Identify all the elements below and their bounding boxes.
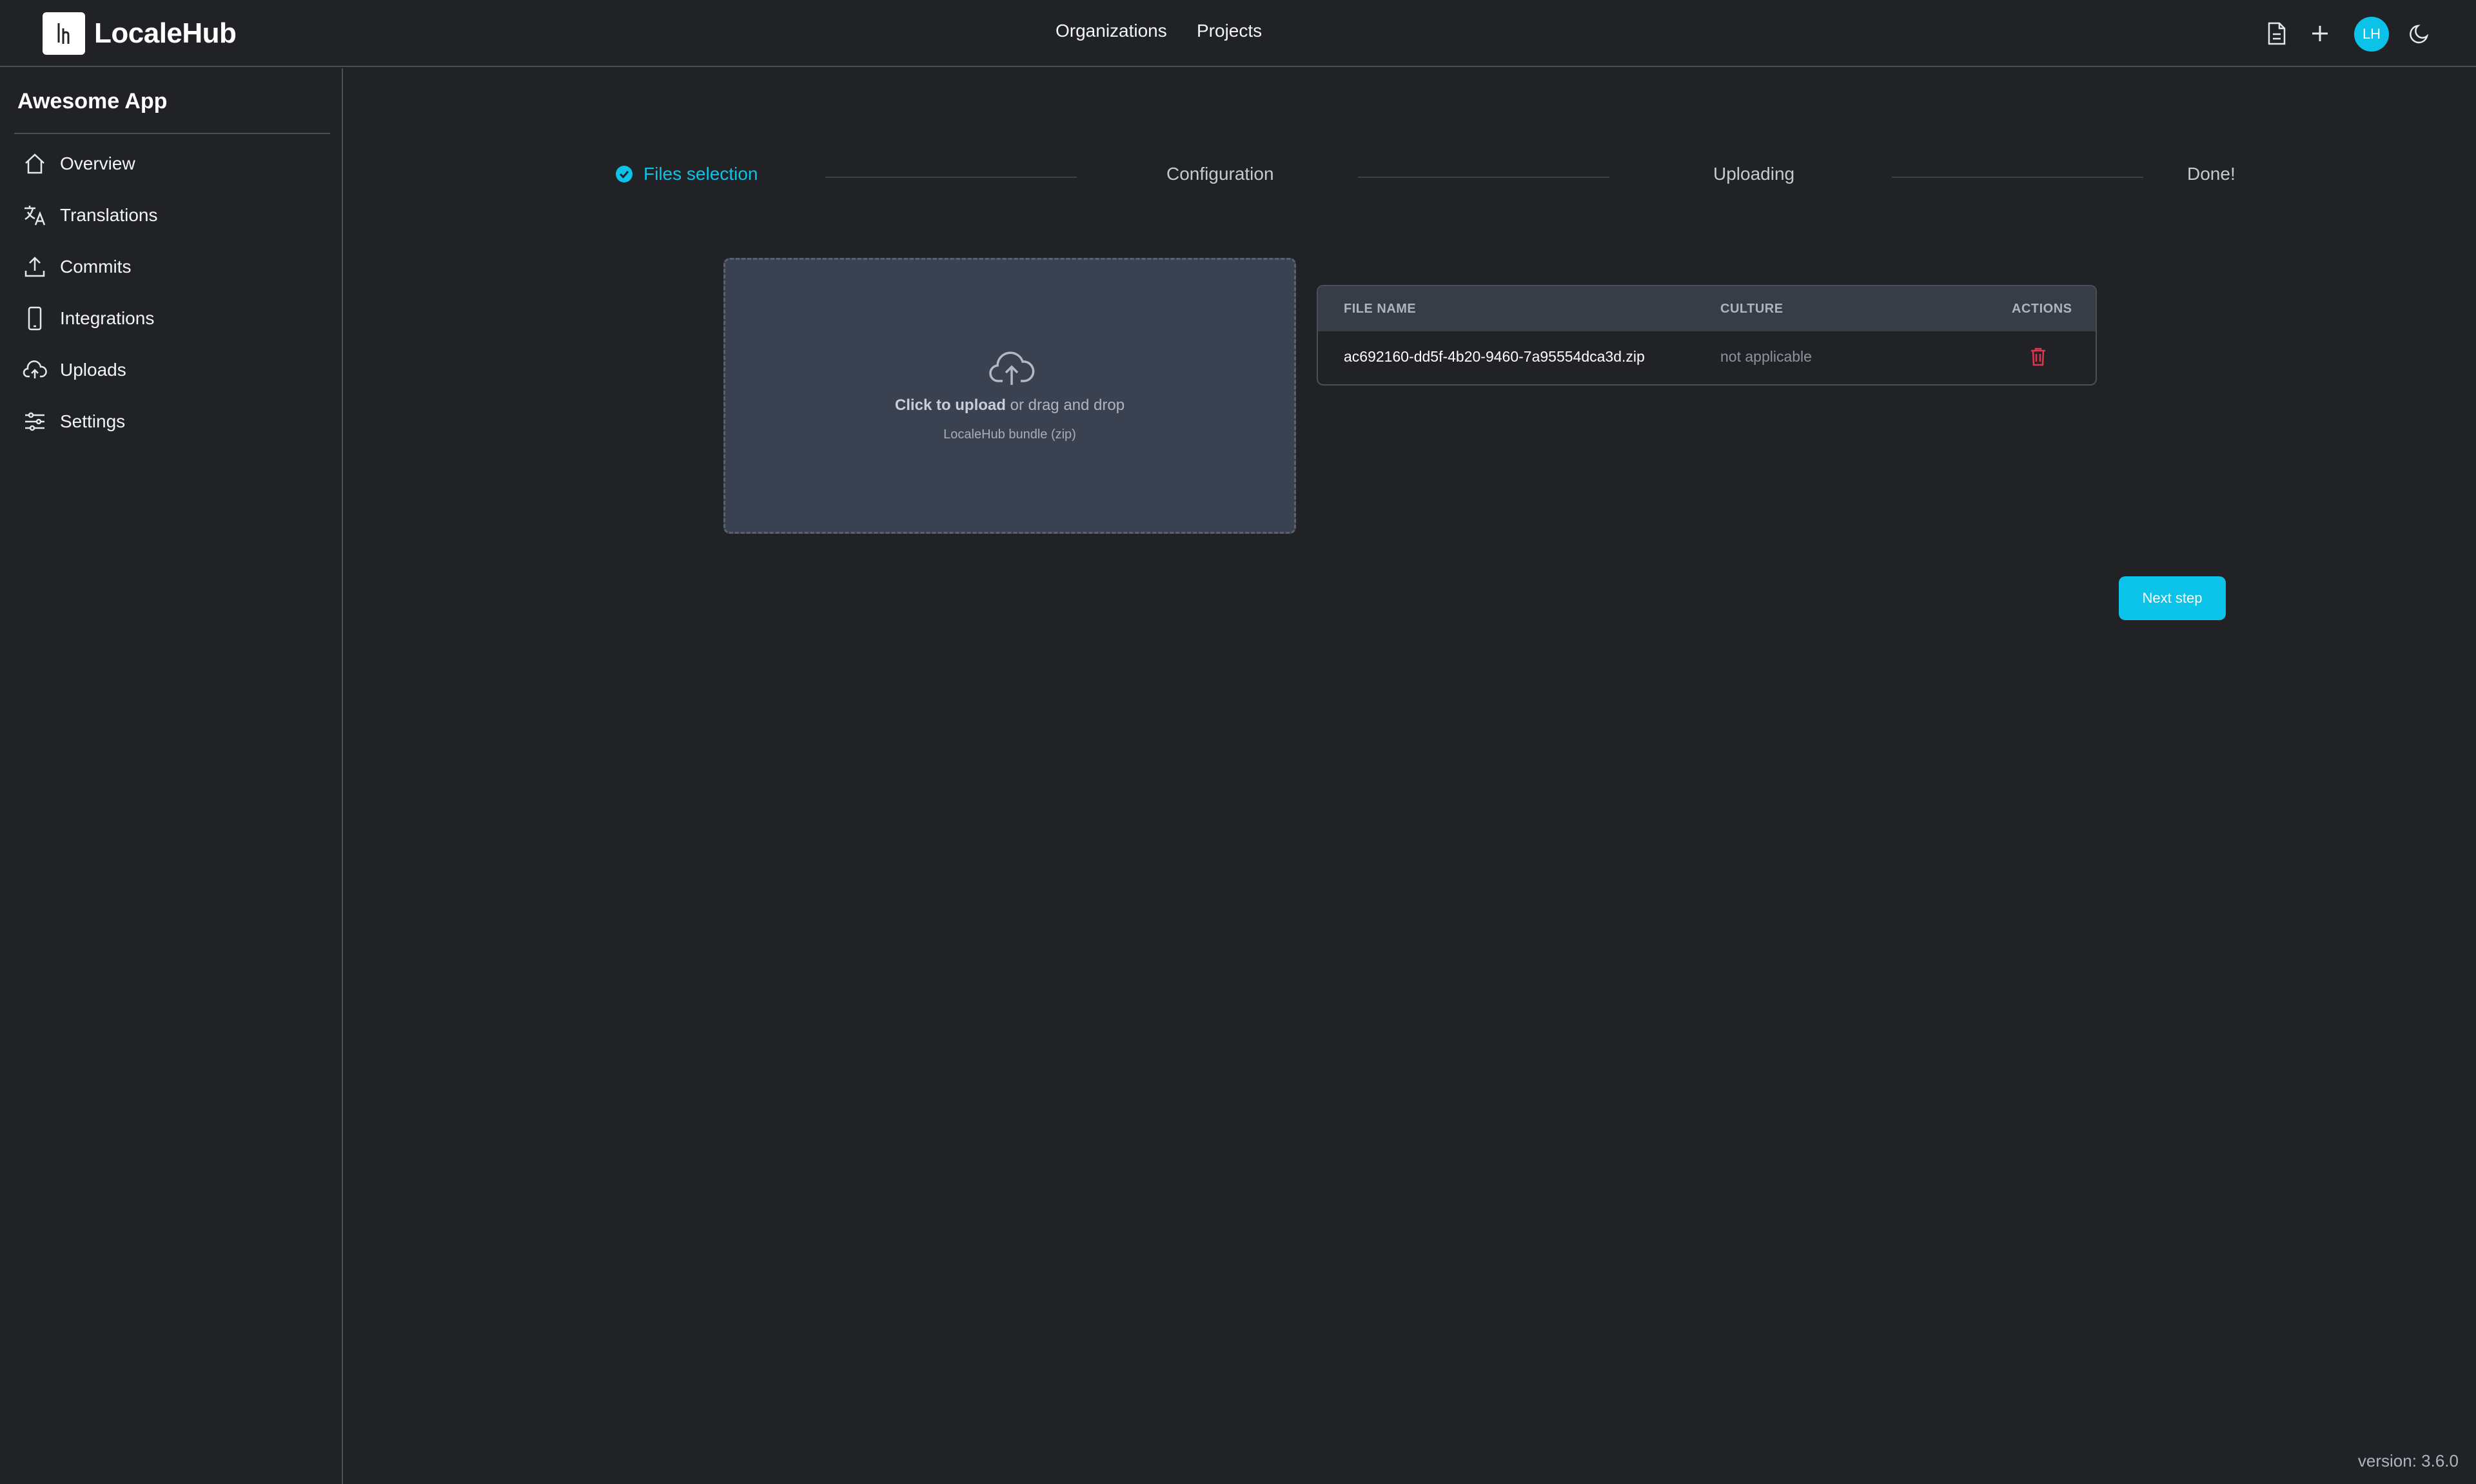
sidebar-item-label: Uploads [60, 360, 126, 380]
project-title: Awesome App [17, 89, 168, 113]
step-connector [1358, 177, 1609, 178]
nav-organizations[interactable]: Organizations [1056, 21, 1167, 41]
check-circle-icon [615, 165, 633, 183]
sidebar-divider [14, 133, 330, 134]
avatar[interactable]: LH [2354, 17, 2389, 52]
logo-mark-icon [43, 12, 85, 55]
step-connector [825, 177, 1077, 178]
step-label: Files selection [644, 164, 758, 184]
next-step-button[interactable]: Next step [2119, 576, 2226, 620]
sidebar-item-label: Commits [60, 257, 132, 277]
file-name-cell: ac692160-dd5f-4b20-9460-7a95554dca3d.zip [1344, 348, 1645, 365]
sidebar-item-uploads[interactable]: Uploads [21, 351, 126, 389]
culture-cell: not applicable [1720, 348, 1812, 365]
phone-icon [21, 304, 49, 333]
sidebar-item-commits[interactable]: Commits [21, 248, 131, 286]
app-version: version: 3.6.0 [2357, 1451, 2459, 1470]
step-uploading: Uploading [1713, 164, 1794, 184]
home-icon [21, 150, 49, 178]
step-connector [1892, 177, 2143, 178]
cloud-upload-icon [988, 347, 1035, 389]
column-header-culture: CULTURE [1720, 302, 1783, 316]
sidebar-item-label: Overview [60, 153, 135, 173]
column-header-file-name: FILE NAME [1344, 302, 1417, 316]
files-table: FILE NAME CULTURE ACTIONS ac692160-dd5f-… [1317, 285, 2097, 386]
step-label: Configuration [1166, 164, 1274, 184]
sidebar-item-settings[interactable]: Settings [21, 402, 125, 441]
delete-file-button[interactable] [2027, 346, 2049, 367]
nav-projects[interactable]: Projects [1197, 21, 1262, 41]
document-icon[interactable] [2263, 19, 2291, 48]
file-dropzone[interactable]: Click to upload or drag and drop LocaleH… [723, 258, 1296, 534]
brand-name: LocaleHub [94, 17, 237, 49]
sidebar-item-label: Settings [60, 411, 126, 431]
drag-drop-text: or drag and drop [1010, 396, 1125, 414]
step-files-selection: Files selection [615, 164, 758, 184]
sidebar-item-integrations[interactable]: Integrations [21, 299, 154, 338]
dropzone-hint: LocaleHub bundle (zip) [943, 427, 1076, 442]
cloud-upload-icon [21, 356, 49, 384]
trash-icon [2031, 347, 2045, 366]
column-header-actions: ACTIONS [2012, 302, 2072, 316]
step-done: Done! [2187, 164, 2235, 184]
click-to-upload-text[interactable]: Click to upload [895, 396, 1006, 414]
step-configuration: Configuration [1166, 164, 1274, 184]
sidebar-item-label: Integrations [60, 308, 155, 328]
dropzone-instructions: Click to upload or drag and drop [725, 396, 1294, 415]
upload-arrow-icon [21, 253, 49, 281]
moon-icon[interactable] [2406, 19, 2434, 48]
sliders-icon [21, 407, 49, 436]
sidebar-item-translations[interactable]: Translations [21, 196, 157, 235]
step-label: Done! [2187, 164, 2235, 184]
brand-logo[interactable]: LocaleHub [43, 12, 237, 55]
translate-icon [21, 201, 49, 229]
top-header: LocaleHub Organizations Projects LH [0, 0, 2476, 67]
sidebar-item-label: Translations [60, 205, 158, 225]
plus-icon[interactable] [2306, 19, 2334, 48]
table-header: FILE NAME CULTURE ACTIONS [1318, 286, 2096, 331]
sidebar: Awesome App Overview Translations Commit… [0, 68, 343, 1484]
sidebar-item-overview[interactable]: Overview [21, 144, 135, 183]
step-label: Uploading [1713, 164, 1795, 184]
